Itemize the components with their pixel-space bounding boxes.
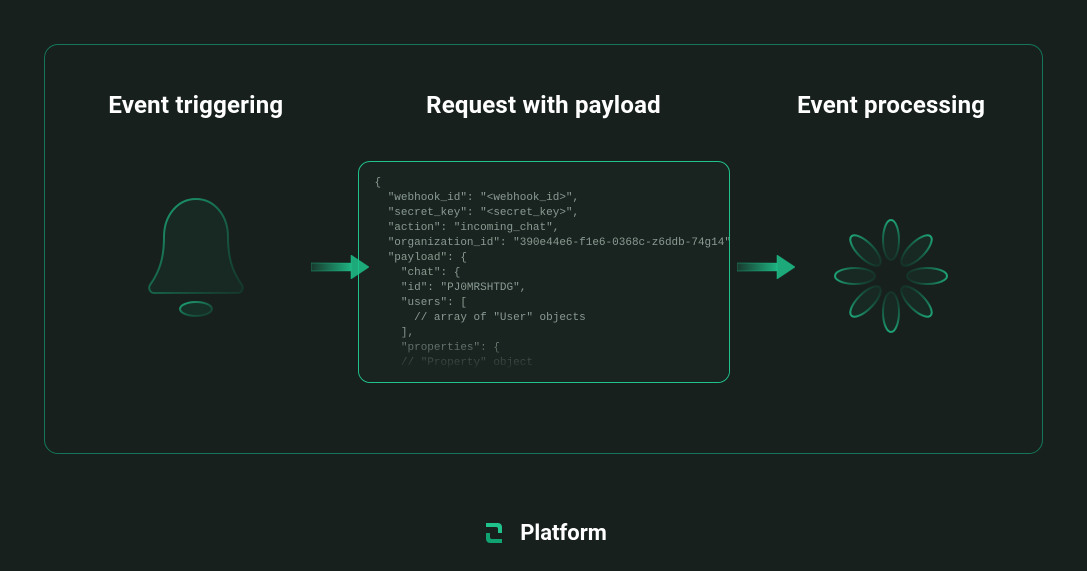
code-line: "users": [: [375, 296, 713, 311]
code-line: "secret_key": "<secret_key>",: [375, 206, 713, 221]
bell-icon: [136, 191, 256, 331]
column-title: Event processing: [797, 91, 985, 119]
column-title: Request with payload: [426, 91, 661, 119]
diagram-columns: Event triggering Request with payload: [45, 91, 1042, 383]
code-line: "id": "PJ0MRSHTDG",: [375, 281, 713, 296]
code-line: "organization_id": "390e44e6-f1e6-0368c-…: [375, 236, 713, 251]
column-request-payload: Request with payload { "webhook_id": "<w…: [347, 91, 741, 383]
code-line: ],: [375, 326, 713, 341]
column-event-processing: Event processing: [740, 91, 1042, 341]
code-line: "payload": {: [375, 251, 713, 266]
column-event-triggering: Event triggering: [45, 91, 347, 331]
code-line: // array of "User" objects: [375, 311, 713, 326]
platform-logo-icon: [480, 519, 508, 547]
footer-brand: Platform: [0, 519, 1087, 547]
code-line: "chat": {: [375, 266, 713, 281]
code-line: {: [375, 176, 713, 191]
diagram-panel: Event triggering Request with payload: [44, 44, 1043, 454]
processing-starburst-icon: [826, 211, 956, 341]
code-line: "properties": {: [375, 341, 713, 356]
code-line: "action": "incoming_chat",: [375, 221, 713, 236]
payload-code-block: { "webhook_id": "<webhook_id>", "secret_…: [358, 161, 730, 383]
arrow-right-icon: [737, 255, 795, 279]
code-line: // "Property" object: [375, 356, 713, 371]
brand-name: Platform: [520, 521, 607, 546]
code-line: "webhook_id": "<webhook_id>",: [375, 191, 713, 206]
arrow-right-icon: [311, 255, 369, 279]
column-title: Event triggering: [108, 91, 283, 119]
